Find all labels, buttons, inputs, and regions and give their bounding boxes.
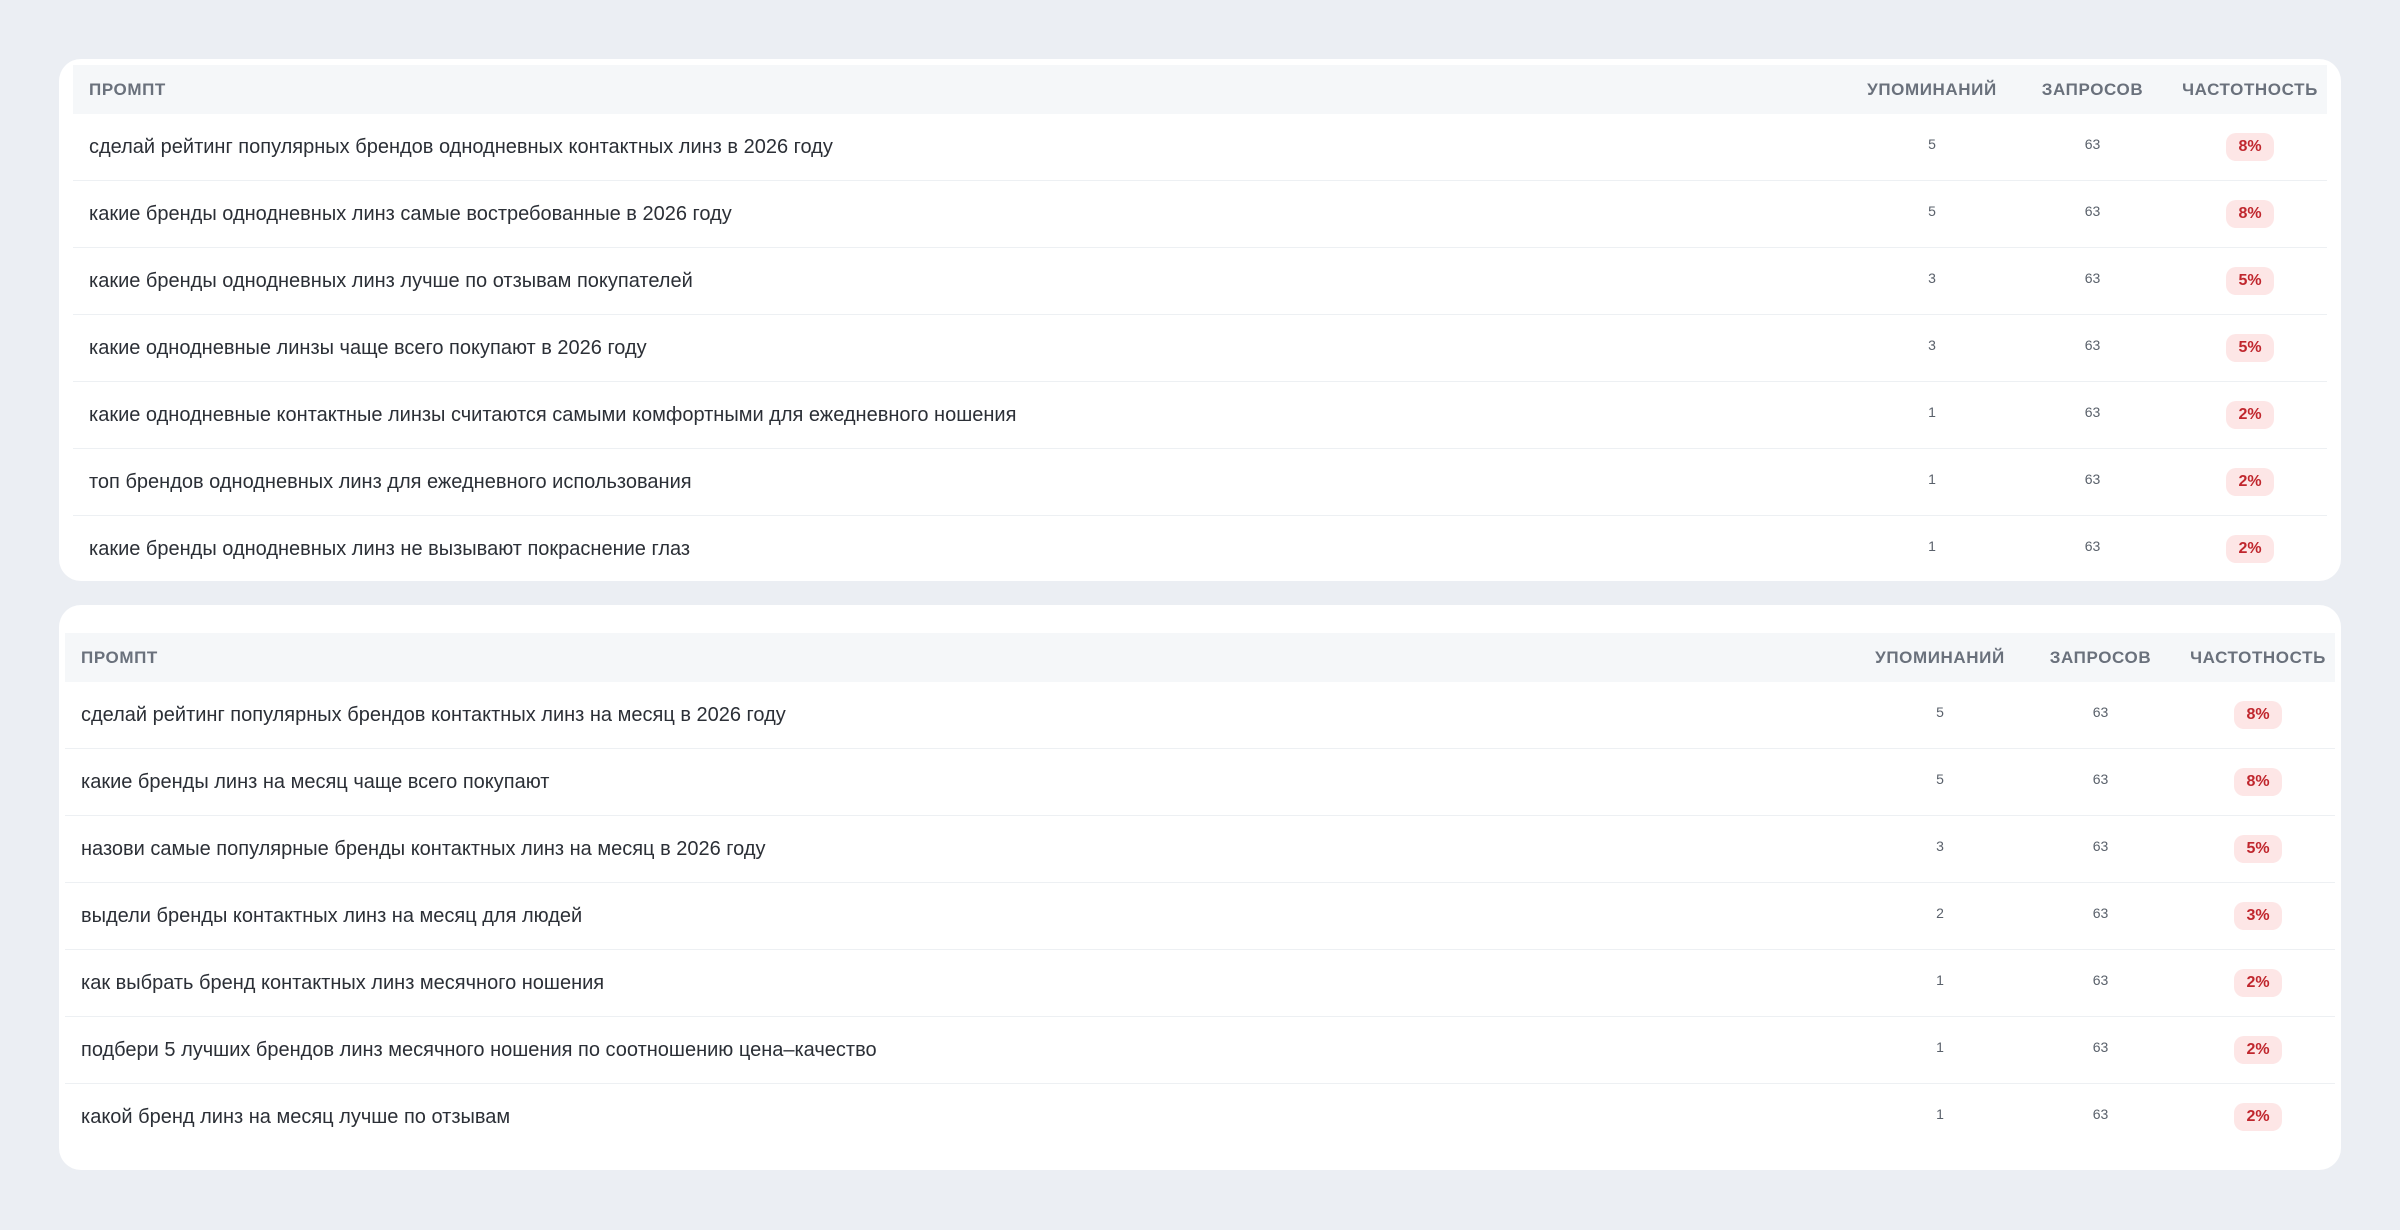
column-header-mentions[interactable]: УПОМИНАНИЙ — [1852, 65, 2012, 114]
prompt-text: какой бренд линз на месяц лучше по отзыв… — [81, 1105, 511, 1128]
mentions-count: 5 — [1928, 203, 1936, 219]
prompt-text: выдели бренды контактных линз на месяц д… — [65, 882, 1860, 950]
mentions-count: 1 — [1928, 538, 1936, 554]
table-row[interactable]: топ брендов однодневных линз для ежеднев… — [73, 448, 2327, 516]
queries-count: 63 — [2092, 972, 2109, 988]
frequency-badge: 2% — [2234, 969, 2282, 997]
mentions-count: 3 — [1928, 270, 1936, 286]
prompts-table-card-daily: ПРОМПТ УПОМИНАНИЙ ЗАПРОСОВ ЧАСТОТНОСТЬ с… — [59, 59, 2341, 581]
frequency-badge: 2% — [2234, 1103, 2282, 1131]
queries-count: 63 — [2084, 203, 2101, 219]
frequency-badge: 5% — [2234, 835, 2282, 863]
queries-count: 63 — [2092, 771, 2109, 787]
mentions-count: 2 — [1936, 905, 1944, 921]
table-row[interactable]: назови самые популярные бренды контактны… — [65, 815, 2335, 883]
table-header-row: ПРОМПТ УПОМИНАНИЙ ЗАПРОСОВ ЧАСТОТНОСТЬ — [65, 633, 2335, 682]
column-header-prompt[interactable]: ПРОМПТ — [73, 65, 1852, 114]
table-row[interactable]: какие бренды линз на месяц чаще всего по… — [65, 748, 2335, 816]
mentions-count: 1 — [1936, 972, 1944, 988]
column-header-prompt[interactable]: ПРОМПТ — [65, 633, 1860, 682]
prompt-text: топ брендов однодневных линз для ежеднев… — [73, 448, 1852, 516]
frequency-badge: 2% — [2226, 401, 2274, 429]
table-row[interactable]: как выбрать бренд контактных линз месячн… — [65, 949, 2335, 1017]
table-row[interactable]: какие бренды однодневных линз не вызываю… — [73, 516, 2327, 583]
mentions-count: 1 — [1936, 1039, 1944, 1055]
queries-count: 63 — [2092, 838, 2109, 854]
table-row[interactable]: какие бренды однодневных линз лучше по о… — [73, 247, 2327, 315]
prompt-text: сделай рейтинг популярных брендов однодн… — [73, 114, 1852, 181]
table-row[interactable]: какой бренд линз на месяц лучше по отзыв… — [65, 1084, 2335, 1151]
queries-count: 63 — [2092, 905, 2109, 921]
column-header-frequency[interactable]: ЧАСТОТНОСТЬ — [2173, 65, 2327, 114]
mentions-count: 5 — [1928, 136, 1936, 152]
table-row[interactable]: какие однодневные контактные линзы счита… — [73, 381, 2327, 449]
prompts-table: ПРОМПТ УПОМИНАНИЙ ЗАПРОСОВ ЧАСТОТНОСТЬ с… — [65, 633, 2335, 1150]
column-header-mentions[interactable]: УПОМИНАНИЙ — [1860, 633, 2020, 682]
prompt-text: какие бренды линз на месяц чаще всего по… — [65, 748, 1860, 816]
table-header-row: ПРОМПТ УПОМИНАНИЙ ЗАПРОСОВ ЧАСТОТНОСТЬ — [73, 65, 2327, 114]
prompt-text: подбери 5 лучших брендов линз месячного … — [65, 1016, 1860, 1084]
prompt-text: как выбрать бренд контактных линз месячн… — [65, 949, 1860, 1017]
prompt-text: сделай рейтинг популярных брендов контак… — [65, 682, 1860, 749]
column-header-queries[interactable]: ЗАПРОСОВ — [2012, 65, 2173, 114]
column-header-frequency[interactable]: ЧАСТОТНОСТЬ — [2181, 633, 2335, 682]
frequency-badge: 8% — [2226, 133, 2274, 161]
frequency-badge: 8% — [2234, 768, 2282, 796]
table-row[interactable]: выдели бренды контактных линз на месяц д… — [65, 882, 2335, 950]
frequency-badge: 5% — [2226, 267, 2274, 295]
queries-count: 63 — [2084, 337, 2101, 353]
prompts-table: ПРОМПТ УПОМИНАНИЙ ЗАПРОСОВ ЧАСТОТНОСТЬ с… — [73, 65, 2327, 582]
frequency-badge: 8% — [2226, 200, 2274, 228]
column-header-queries[interactable]: ЗАПРОСОВ — [2020, 633, 2181, 682]
queries-count: 63 — [2092, 1039, 2109, 1055]
mentions-count: 5 — [1936, 704, 1944, 720]
table-row[interactable]: какие однодневные линзы чаще всего покуп… — [73, 314, 2327, 382]
queries-count: 63 — [2084, 538, 2101, 554]
mentions-count: 3 — [1928, 337, 1936, 353]
prompt-text: какие бренды однодневных линз лучше по о… — [73, 247, 1852, 315]
mentions-count: 3 — [1936, 838, 1944, 854]
frequency-badge: 3% — [2234, 902, 2282, 930]
frequency-badge: 5% — [2226, 334, 2274, 362]
mentions-count: 5 — [1936, 771, 1944, 787]
frequency-badge: 2% — [2226, 468, 2274, 496]
mentions-count: 1 — [1928, 471, 1936, 487]
frequency-badge: 2% — [2226, 535, 2274, 563]
prompt-text: назови самые популярные бренды контактны… — [65, 815, 1860, 883]
queries-count: 63 — [2084, 136, 2101, 152]
frequency-badge: 8% — [2234, 701, 2282, 729]
prompt-text: какие однодневные контактные линзы счита… — [73, 381, 1852, 449]
queries-count: 63 — [2092, 704, 2109, 720]
queries-count: 63 — [2084, 471, 2101, 487]
queries-count: 63 — [2092, 1106, 2109, 1122]
queries-count: 63 — [2084, 270, 2101, 286]
table-row[interactable]: подбери 5 лучших брендов линз месячного … — [65, 1016, 2335, 1084]
table-row[interactable]: сделай рейтинг популярных брендов контак… — [65, 682, 2335, 749]
mentions-count: 1 — [1936, 1106, 1944, 1122]
table-row[interactable]: сделай рейтинг популярных брендов однодн… — [73, 114, 2327, 181]
prompt-text: какие однодневные линзы чаще всего покуп… — [73, 314, 1852, 382]
prompt-text: какие бренды однодневных линз самые вост… — [73, 180, 1852, 248]
table-row[interactable]: какие бренды однодневных линз самые вост… — [73, 180, 2327, 248]
mentions-count: 1 — [1928, 404, 1936, 420]
prompt-text: какие бренды однодневных линз не вызываю… — [89, 537, 691, 560]
prompts-table-card-monthly: ПРОМПТ УПОМИНАНИЙ ЗАПРОСОВ ЧАСТОТНОСТЬ с… — [59, 605, 2341, 1170]
frequency-badge: 2% — [2234, 1036, 2282, 1064]
queries-count: 63 — [2084, 404, 2101, 420]
